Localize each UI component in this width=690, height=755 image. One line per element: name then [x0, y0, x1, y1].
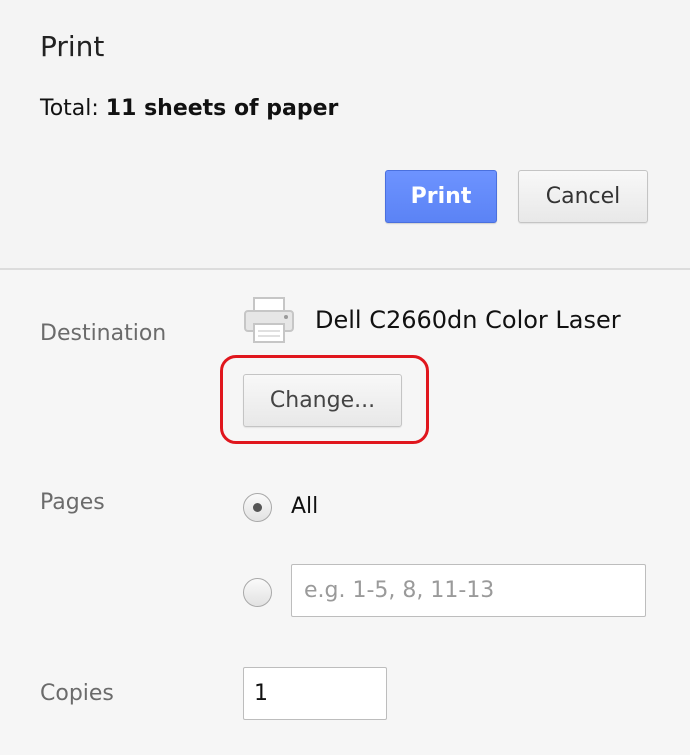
copies-input[interactable]	[243, 667, 387, 720]
pages-label: Pages	[40, 490, 105, 515]
destination-label: Destination	[40, 321, 167, 346]
header-divider	[0, 268, 690, 270]
change-destination-button[interactable]: Change...	[243, 374, 402, 427]
destination-printer-name: Dell C2660dn Color Laser	[315, 306, 621, 334]
dialog-header: Print Total: 11 sheets of paper Print Ca…	[0, 0, 690, 269]
total-sheets: Total: 11 sheets of paper	[40, 96, 338, 121]
pages-range-radio[interactable]	[243, 578, 272, 607]
dialog-title: Print	[40, 30, 105, 63]
cancel-button[interactable]: Cancel	[518, 170, 648, 223]
printer-icon	[243, 296, 295, 344]
total-value: 11 sheets of paper	[105, 96, 339, 121]
total-label: Total:	[40, 96, 99, 121]
pages-all-label[interactable]: All	[291, 494, 318, 519]
copies-label: Copies	[40, 681, 114, 706]
pages-all-radio[interactable]	[243, 493, 272, 522]
pages-range-input[interactable]	[291, 564, 646, 617]
print-button[interactable]: Print	[385, 170, 497, 223]
